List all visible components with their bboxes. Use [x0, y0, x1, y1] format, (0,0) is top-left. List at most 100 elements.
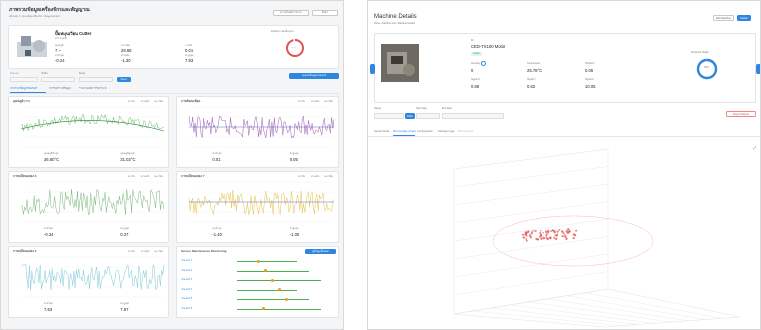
- legend-item[interactable]: แนวโน้ม: [154, 250, 163, 253]
- tab-overview[interactable]: ภาพรวมข้อมูลเซนเซอร์: [10, 87, 37, 91]
- sensor-row-label[interactable]: เซนเซอร์ 1: [181, 259, 192, 262]
- machine-info-card: ID CED-TX100 Motor Active Anomaly 0 Temp…: [374, 33, 756, 103]
- sensor-line-chart[interactable]: [20, 181, 165, 223]
- data-point: [534, 230, 537, 233]
- sensor-row-label[interactable]: เซนเซอร์ 5: [181, 297, 192, 300]
- grid-line: [472, 310, 622, 326]
- start-date-input[interactable]: [416, 113, 440, 119]
- sensor-range-bar: [237, 270, 309, 272]
- filter-button[interactable]: Filter: [405, 113, 415, 119]
- search-button[interactable]: ค้นหา: [117, 77, 131, 82]
- sensor-row-label[interactable]: เซนเซอร์ 3: [181, 278, 192, 281]
- monitor-title: Sensor Maintenance Monitoring: [181, 249, 227, 253]
- stat-label: ค่าสูงสุด: [120, 227, 129, 230]
- stat-value: 0.01: [212, 157, 221, 162]
- data-point: [565, 237, 568, 241]
- machine-photo: [381, 44, 419, 82]
- stat-value: 7.63: [43, 307, 53, 312]
- range-select[interactable]: [10, 77, 38, 82]
- grid-line: [548, 298, 690, 322]
- legend-item[interactable]: ค่าเฉลี่ย: [141, 100, 149, 103]
- tab-maintenance[interactable]: Maintenance: [458, 130, 473, 133]
- legend-item[interactable]: ค่าเฉลี่ย: [311, 175, 319, 178]
- sensor-marker[interactable]: [264, 269, 267, 272]
- stat-value: 25.78°C: [527, 68, 543, 73]
- legend-item[interactable]: ค่าจริง: [128, 100, 135, 103]
- sensor-marker[interactable]: [285, 297, 288, 301]
- end-date-input[interactable]: [79, 77, 113, 82]
- export-sensor-button[interactable]: ส่งออกข้อมูลเซนเซอร์: [289, 73, 339, 79]
- health-gauge-value: — —: [291, 46, 297, 49]
- grid-line: [567, 295, 707, 320]
- legend-item[interactable]: ค่าจริง: [128, 250, 135, 253]
- chart-card-signal-x: การเปลี่ยนแปลง X ค่าจริง ค่าเฉลี่ย แนวโน้มค…: [8, 171, 169, 243]
- filter-label: เริ่มต้น: [41, 72, 48, 75]
- legend-item[interactable]: แนวโน้ม: [154, 175, 163, 178]
- grid-line: [453, 183, 609, 206]
- grid-line: [453, 166, 609, 188]
- sensor-line-chart[interactable]: [188, 106, 335, 148]
- delete-button[interactable]: Delete: [737, 15, 751, 21]
- sensor-range-bar: [237, 261, 297, 262]
- legend-item[interactable]: ค่าเฉลี่ย: [311, 100, 319, 103]
- stat-value: 0.37: [120, 232, 129, 237]
- data-point: [556, 230, 559, 233]
- legend-item[interactable]: ค่าเฉลี่ย: [141, 250, 149, 253]
- prev-arrow-icon[interactable]: [370, 64, 375, 74]
- sensor-marker[interactable]: [278, 288, 281, 291]
- settings-button[interactable]: ตั้งค่า: [312, 10, 338, 16]
- stat-value: 31.02°C: [120, 157, 136, 162]
- next-arrow-icon[interactable]: [756, 64, 760, 74]
- start-date-input[interactable]: [41, 77, 75, 82]
- range-select[interactable]: [374, 113, 404, 119]
- sensor-row-label[interactable]: เซนเซอร์ 2: [181, 269, 192, 272]
- tab-sensor-data[interactable]: Sensor Data: [374, 130, 389, 133]
- sensor-marker[interactable]: [262, 307, 265, 310]
- stat-value: -1.30: [121, 58, 131, 63]
- legend-item[interactable]: ค่าจริง: [298, 100, 305, 103]
- sensor-line-chart[interactable]: [20, 106, 165, 148]
- sensor-row-label[interactable]: เซนเซอร์ 6: [181, 307, 192, 310]
- machine-id-label: ID: [471, 39, 474, 42]
- data-point: [528, 234, 532, 237]
- legend-item[interactable]: ค่าจริง: [128, 175, 135, 178]
- stat-label: ค่าต่ำสุด: [43, 227, 53, 230]
- chart-card-signal-y: การเปลี่ยนแปลง Y ค่าจริง ค่าเฉลี่ย แนวโน้มค…: [176, 171, 339, 243]
- sensor-line-chart[interactable]: [20, 256, 165, 298]
- sensor-line-chart[interactable]: [188, 181, 335, 223]
- chart-title: การสั่นสะเทือน: [181, 99, 201, 103]
- chart-card-signal-z: การเปลี่ยนแปลง Z ค่าจริง ค่าเฉลี่ย แนวโน้มค…: [8, 246, 169, 318]
- info-icon[interactable]: [481, 61, 486, 66]
- legend-item[interactable]: แนวโน้ม: [324, 175, 333, 178]
- left-dashboard-window: ภาพรวมข้อมูลเครื่องจักรและสัญญาณ หน้าหลั…: [0, 0, 344, 330]
- trend-line: [20, 120, 165, 132]
- data-point: [521, 233, 524, 236]
- sensor-marker[interactable]: [257, 259, 260, 263]
- data-point: [540, 237, 543, 240]
- tab-3d-anomaly-graph[interactable]: 3D Anomaly Graph: [393, 130, 416, 133]
- download-report-button[interactable]: ดาวน์โหลดรายงาน: [273, 10, 309, 16]
- separator: [344, 0, 367, 330]
- stat-label: ค่าสูงสุด: [289, 152, 299, 155]
- legend-item[interactable]: แนวโน้ม: [154, 100, 163, 103]
- tab-settings-logs[interactable]: Settings Logs: [438, 130, 454, 133]
- tab-configuration[interactable]: Configuration: [417, 130, 433, 133]
- tab-analysis[interactable]: การวิเคราะห์ข้อมูล: [49, 87, 71, 91]
- legend-item[interactable]: ค่าเฉลี่ย: [141, 175, 149, 178]
- stat-value: 0.05: [289, 157, 298, 162]
- edit-machine-button[interactable]: Edit Machine: [713, 15, 734, 21]
- tab-report[interactable]: รายงานผลการวิเคราะห์: [79, 87, 106, 91]
- sensor-row-label[interactable]: เซนเซอร์ 4: [181, 288, 192, 291]
- legend-item[interactable]: ค่าจริง: [298, 175, 305, 178]
- data-point: [553, 236, 556, 239]
- sensor-marker[interactable]: [271, 278, 274, 282]
- export-report-button[interactable]: Export Report: [726, 111, 756, 117]
- breadcrumb[interactable]: Home / Machine List / Machine Details: [374, 22, 415, 25]
- stat-value: 7.93: [185, 58, 194, 63]
- breadcrumb[interactable]: หน้าหลัก / รายละเอียดเครื่องจักร / ข้อมู…: [9, 15, 60, 18]
- view-all-button[interactable]: ดูข้อมูลทั้งหมด: [305, 249, 336, 254]
- anomaly-3d-plot[interactable]: [368, 139, 761, 329]
- end-date-input[interactable]: [442, 113, 504, 119]
- chart-title: อุณหภูมิ (°C): [13, 99, 30, 103]
- legend-item[interactable]: แนวโน้ม: [324, 100, 333, 103]
